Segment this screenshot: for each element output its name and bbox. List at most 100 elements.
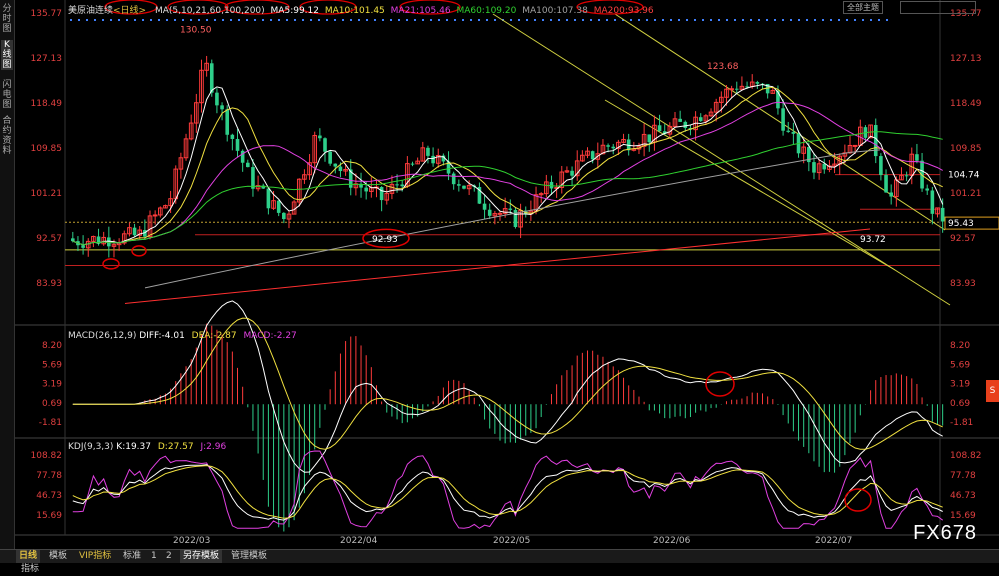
tab-kline[interactable]: K线图 bbox=[1, 40, 13, 70]
kdj-j: J:2.96 bbox=[200, 442, 227, 452]
candle-body bbox=[220, 105, 224, 110]
candle-body bbox=[230, 134, 235, 139]
annotation-high1: 130.50 bbox=[180, 26, 212, 36]
blue-dot-marker bbox=[70, 19, 72, 21]
kdj-tick-right: 46.73 bbox=[950, 491, 976, 501]
blue-dot-marker bbox=[694, 19, 696, 21]
tab-standard[interactable]: 标准 bbox=[120, 550, 144, 563]
macd-tick-right: -1.81 bbox=[950, 418, 973, 428]
tab-template[interactable]: 模板 bbox=[46, 550, 70, 563]
blue-dot-marker bbox=[774, 19, 776, 21]
blue-dot-marker bbox=[862, 19, 864, 21]
window-buttons[interactable] bbox=[900, 1, 976, 14]
tab-1[interactable]: 1 bbox=[148, 550, 160, 563]
blue-dot-marker bbox=[398, 19, 400, 21]
theme-select[interactable]: 全部主题 bbox=[843, 1, 883, 14]
symbol-label: 美原油连续 bbox=[68, 6, 114, 16]
candle-body bbox=[755, 82, 760, 84]
macd-tick-left: -1.81 bbox=[39, 418, 62, 428]
blue-dot-marker bbox=[526, 19, 528, 21]
kdj-k: K:19.37 bbox=[116, 442, 151, 452]
tab-vip-indicator[interactable]: VIP指标 bbox=[76, 550, 114, 563]
macd-tick-left: 0.69 bbox=[42, 399, 62, 409]
blue-dot-marker bbox=[318, 19, 320, 21]
blue-dot-marker bbox=[350, 19, 352, 21]
x-axis-label: 2022/05 bbox=[493, 536, 530, 546]
blue-dot-marker bbox=[678, 19, 680, 21]
candle-body bbox=[152, 214, 158, 217]
blue-dot-marker bbox=[134, 19, 136, 21]
candle-body bbox=[333, 163, 338, 167]
macd-diff: DIFF:-4.01 bbox=[139, 331, 185, 341]
macd-tick-right: 5.69 bbox=[950, 360, 970, 370]
ma200-line bbox=[124, 228, 871, 304]
blue-dot-marker bbox=[470, 19, 472, 21]
blue-dot-marker bbox=[590, 19, 592, 21]
blue-dot-marker bbox=[286, 19, 288, 21]
candle-body bbox=[915, 154, 919, 161]
candle-body bbox=[235, 138, 240, 151]
blue-dot-marker bbox=[222, 19, 224, 21]
ma21-label: MA21:105.46 bbox=[390, 6, 451, 16]
tab-lightning[interactable]: 闪电图 bbox=[1, 80, 13, 110]
macd-tick-left: 5.69 bbox=[42, 360, 62, 370]
macd-tick-left: 8.20 bbox=[42, 341, 62, 351]
ma100-line bbox=[144, 149, 881, 289]
tab-manage-template[interactable]: 管理模板 bbox=[228, 550, 270, 563]
macd-tick-right: 3.19 bbox=[950, 380, 970, 390]
ma200-label: MA200:93.96 bbox=[593, 6, 654, 16]
chart-area[interactable]: 135.77 135.77 127.13 127.13 118.49 118.49 109.… bbox=[15, 0, 999, 548]
candle-body bbox=[791, 131, 796, 134]
main-legend: 美原油连续<日线> MA(5,10,21,60,100,200) MA5:99.… bbox=[68, 3, 654, 16]
candle-body bbox=[781, 108, 785, 131]
candle-body bbox=[683, 121, 688, 129]
blue-dot-marker bbox=[598, 19, 600, 21]
candle-body bbox=[822, 163, 827, 170]
blue-dot-marker bbox=[638, 19, 640, 21]
blue-dot-marker bbox=[206, 19, 208, 21]
tab-timeshare[interactable]: 分时图 bbox=[1, 4, 13, 34]
candle-body bbox=[698, 117, 703, 122]
y-tick-right: 127.13 bbox=[950, 54, 982, 64]
blue-dot-marker bbox=[534, 19, 536, 21]
blue-dot-marker bbox=[230, 19, 232, 21]
blue-dot-marker bbox=[214, 19, 216, 21]
tab-contract-info[interactable]: 合约资料 bbox=[1, 116, 13, 156]
tab-save-template[interactable]: 另存模板 bbox=[180, 550, 223, 563]
candle-body bbox=[879, 156, 883, 176]
blue-dot-marker bbox=[270, 19, 272, 21]
tab-indicator[interactable]: 指标 bbox=[18, 563, 42, 576]
blue-dot-marker bbox=[190, 19, 192, 21]
candle-body bbox=[276, 200, 281, 213]
y-tick-left: 127.13 bbox=[31, 54, 63, 64]
tab-2[interactable]: 2 bbox=[163, 550, 175, 563]
red-circle-marker bbox=[131, 245, 147, 257]
kdj-tick-right: 77.78 bbox=[950, 471, 976, 481]
blue-dot-marker bbox=[126, 19, 128, 21]
blue-dot-marker bbox=[614, 19, 616, 21]
candle-body bbox=[457, 184, 461, 186]
blue-dot-marker bbox=[550, 19, 552, 21]
candle-body bbox=[487, 209, 492, 216]
sidebar: 分时图 K线图 闪电图 合约资料 bbox=[0, 0, 15, 562]
blue-dot-marker bbox=[654, 19, 656, 21]
blue-dot-marker bbox=[414, 19, 416, 21]
blue-dot-marker bbox=[758, 19, 760, 21]
x-axis-label: 2022/07 bbox=[815, 536, 852, 546]
x-axis-label: 2022/06 bbox=[653, 536, 691, 546]
tab-daily[interactable]: 日线 bbox=[16, 550, 41, 563]
candle-body bbox=[734, 88, 739, 90]
candle-body bbox=[215, 92, 219, 106]
macd-tick-right: 0.69 bbox=[950, 399, 970, 409]
blue-dot-marker bbox=[814, 19, 816, 21]
chart-svg[interactable]: 135.77 135.77127.13 127.13118.49 118.49109.… bbox=[15, 0, 999, 548]
candle-body bbox=[81, 245, 85, 248]
side-toolbar-icon[interactable]: S bbox=[986, 380, 999, 402]
candle-body bbox=[282, 212, 286, 220]
candle-body bbox=[647, 134, 652, 143]
macd-dea: DEA:-2.87 bbox=[191, 331, 237, 341]
ma60-label: MA60:109.20 bbox=[456, 6, 517, 16]
candle-body bbox=[657, 125, 662, 132]
blue-dot-marker bbox=[294, 19, 296, 21]
blue-dot-marker bbox=[278, 19, 280, 21]
